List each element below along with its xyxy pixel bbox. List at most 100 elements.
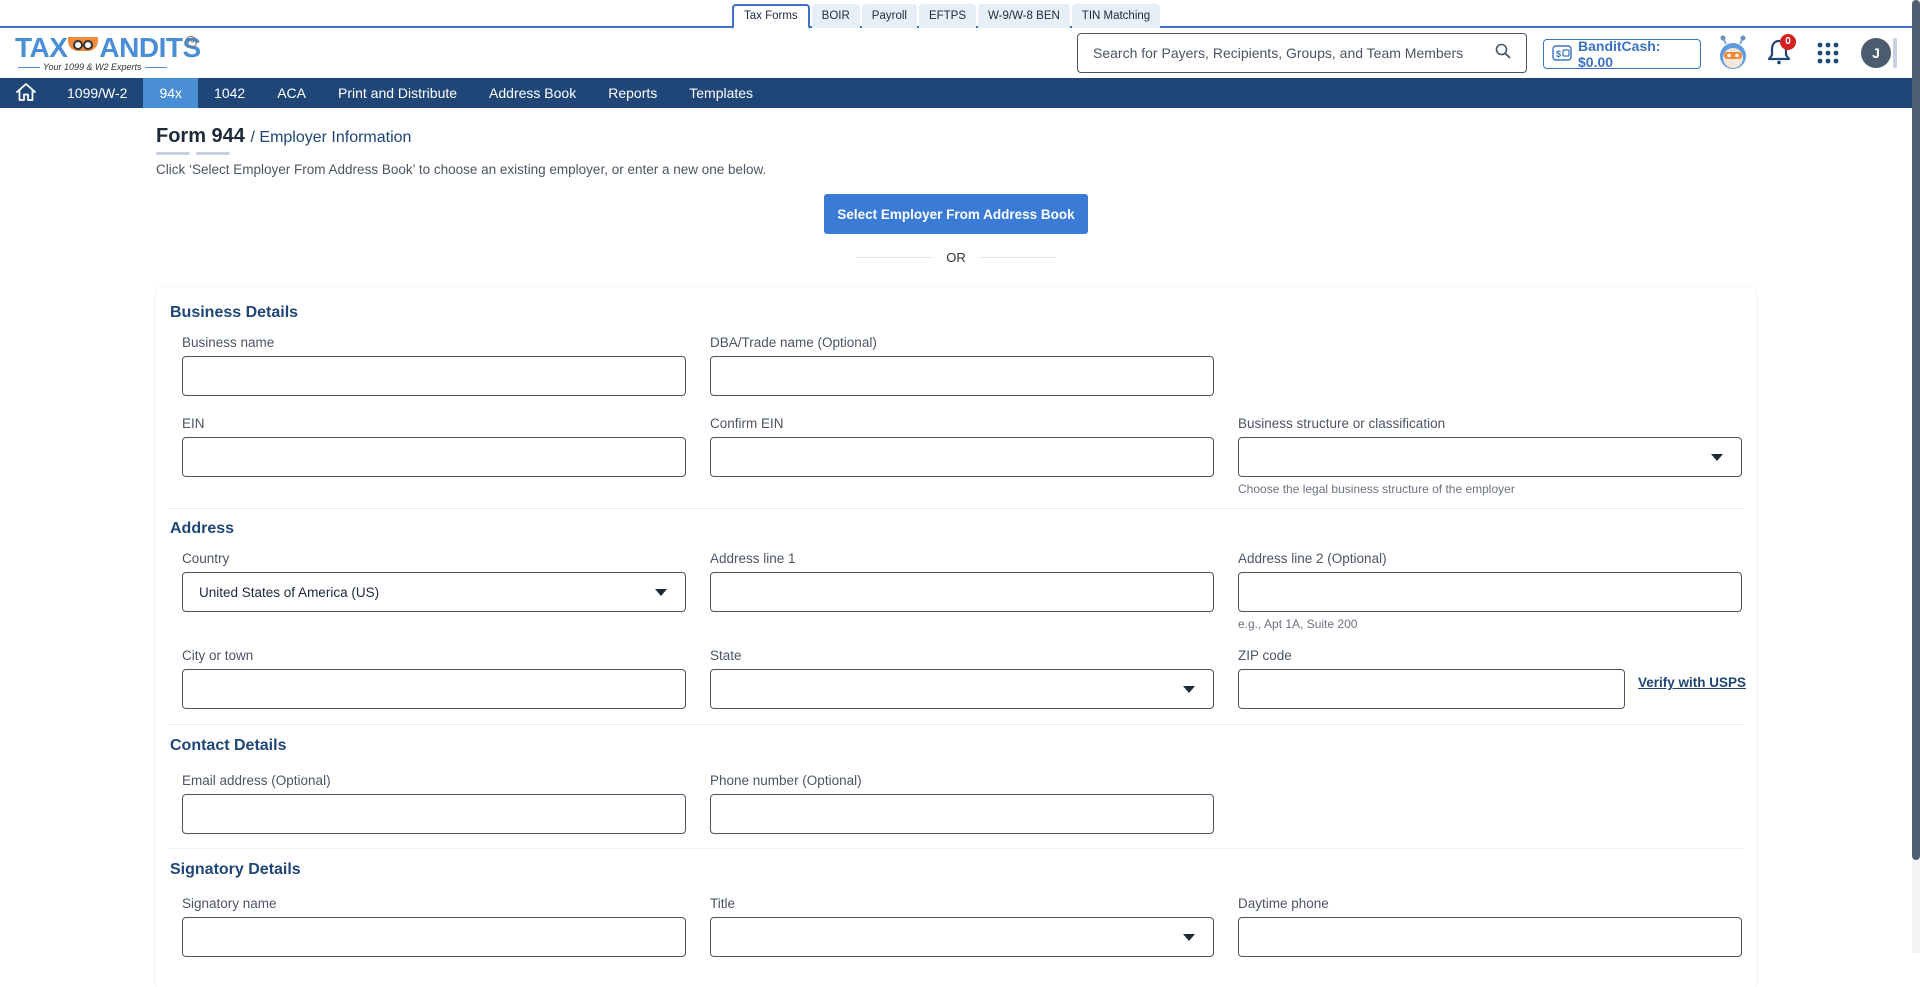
page-description: Click ‘Select Employer From Address Book… — [156, 162, 767, 177]
address-line1-label: Address line 1 — [710, 551, 796, 566]
product-tab-boir[interactable]: BOIR — [811, 4, 860, 28]
section-title-signatory-details: Signatory Details — [170, 861, 301, 878]
logo-tagline: Your 1099 & W2 Experts — [15, 62, 170, 72]
nav-home[interactable] — [0, 78, 51, 108]
state-field: State — [710, 648, 1214, 709]
taxbandits-logo[interactable]: TAX ANDITS TM Your 1099 & W2 Experts — [15, 32, 201, 74]
section-title-business-details: Business Details — [170, 304, 299, 321]
page-title: Form 944 / Employer Information — [156, 125, 411, 148]
address-line1-input[interactable] — [727, 584, 1197, 600]
dba-name-label: DBA/Trade name (Optional) — [710, 335, 877, 350]
ein-label: EIN — [182, 416, 205, 431]
product-switcher-bar: Tax Forms BOIR Payroll EFTPS W-9/W-8 BEN… — [0, 0, 1912, 29]
ein-input[interactable] — [199, 449, 669, 465]
signatory-title-label: Title — [710, 896, 736, 911]
country-label: Country — [182, 551, 230, 566]
global-search — [1077, 33, 1527, 73]
product-tabs: Tax Forms BOIR Payroll EFTPS W-9/W-8 BEN… — [732, 4, 1161, 29]
select-employer-from-address-book-button[interactable]: Select Employer From Address Book — [824, 194, 1088, 234]
daytime-phone-input[interactable] — [1255, 929, 1725, 945]
trademark-icon: TM — [185, 36, 197, 48]
form-name: Form 944 — [156, 125, 245, 147]
search-icon[interactable] — [1495, 43, 1511, 64]
title-underline — [156, 152, 230, 155]
daytime-phone-label: Daytime phone — [1238, 896, 1329, 911]
nav-1042[interactable]: 1042 — [198, 78, 261, 108]
confirm-ein-input[interactable] — [727, 449, 1197, 465]
nav-reports[interactable]: Reports — [592, 78, 673, 108]
bandit-cash-label: BanditCash: $0.00 — [1578, 38, 1661, 70]
or-label: OR — [946, 250, 966, 265]
zip-code-input[interactable] — [1255, 681, 1608, 697]
business-structure-helper: Choose the legal business structure of t… — [1238, 482, 1515, 496]
global-search-input[interactable] — [1093, 45, 1495, 61]
product-tab-tin-matching[interactable]: TIN Matching — [1071, 4, 1161, 28]
nav-address-book[interactable]: Address Book — [473, 78, 592, 108]
dba-name-input[interactable] — [727, 368, 1197, 384]
svg-text:$: $ — [1556, 49, 1561, 59]
daytime-phone-field: Daytime phone — [1238, 896, 1742, 957]
country-select[interactable]: United States of America (US) — [182, 572, 686, 612]
user-avatar[interactable]: J — [1861, 38, 1891, 68]
address-line1-field: Address line 1 — [710, 551, 1214, 612]
main-nav: 1099/W-2 94x 1042 ACA Print and Distribu… — [0, 78, 1912, 108]
app-header: TAX ANDITS TM Your 1099 & W2 Experts $ Ba… — [0, 28, 1912, 78]
phone-input[interactable] — [727, 806, 1197, 822]
business-name-input[interactable] — [199, 368, 669, 384]
product-tab-eftps[interactable]: EFTPS — [918, 4, 977, 28]
dba-name-field: DBA/Trade name (Optional) — [710, 335, 1214, 396]
or-separator: OR — [856, 250, 1056, 265]
logo-wordmark: TAX ANDITS — [15, 32, 201, 64]
notifications-button[interactable]: 0 — [1764, 34, 1796, 70]
address-line2-input[interactable] — [1255, 584, 1725, 600]
apps-grid-icon — [1817, 42, 1839, 69]
product-tab-payroll[interactable]: Payroll — [861, 4, 917, 28]
business-name-field: Business name — [182, 335, 686, 396]
section-divider — [168, 508, 1744, 509]
nav-94x[interactable]: 94x — [143, 78, 199, 108]
section-title-contact-details: Contact Details — [170, 737, 287, 754]
country-value: United States of America (US) — [199, 584, 380, 600]
phone-label: Phone number (Optional) — [710, 773, 862, 788]
signatory-title-select[interactable] — [710, 917, 1214, 957]
product-tab-w9-w8ben[interactable]: W-9/W-8 BEN — [978, 4, 1070, 28]
page-scrollbar[interactable] — [1912, 0, 1920, 953]
section-divider — [168, 848, 1744, 849]
verify-with-usps-link[interactable]: Verify with USPS — [1638, 675, 1746, 690]
business-name-label: Business name — [182, 335, 275, 350]
ein-field: EIN — [182, 416, 686, 477]
divider — [856, 257, 935, 258]
nav-1099-w2[interactable]: 1099/W-2 — [51, 78, 143, 108]
email-field: Email address (Optional) — [182, 773, 686, 834]
email-input[interactable] — [199, 806, 669, 822]
logo-text-right: ANDITS — [99, 32, 201, 63]
address-line2-field: Address line 2 (Optional) e.g., Apt 1A, … — [1238, 551, 1742, 631]
bandit-mascot-icon[interactable] — [1716, 35, 1750, 73]
state-label: State — [710, 648, 742, 663]
section-divider — [168, 724, 1744, 725]
signatory-name-field: Signatory name — [182, 896, 686, 957]
nav-print-and-distribute[interactable]: Print and Distribute — [322, 78, 473, 108]
notification-count-badge: 0 — [1780, 34, 1796, 50]
bandit-cash-button[interactable]: $ BanditCash: $0.00 — [1543, 38, 1701, 70]
scrollbar-thumb[interactable] — [1912, 0, 1920, 860]
logo-text-left: TAX — [15, 32, 68, 63]
confirm-ein-field: Confirm EIN — [710, 416, 1214, 477]
signatory-name-input[interactable] — [199, 929, 669, 945]
business-structure-field: Business structure or classification Cho… — [1238, 416, 1742, 496]
city-input[interactable] — [199, 681, 669, 697]
address-line2-label: Address line 2 (Optional) — [1238, 551, 1387, 566]
signatory-name-label: Signatory name — [182, 896, 277, 911]
email-label: Email address (Optional) — [182, 773, 331, 788]
home-icon — [15, 82, 37, 105]
nav-aca[interactable]: ACA — [261, 78, 322, 108]
apps-grid-button[interactable] — [1814, 41, 1842, 69]
business-structure-select[interactable] — [1238, 437, 1742, 477]
caret-down-icon — [1183, 934, 1195, 941]
employer-form-card: Business Details Business name DBA/Trade… — [156, 287, 1756, 987]
city-label: City or town — [182, 648, 254, 663]
cash-wallet-icon: $ — [1552, 44, 1572, 64]
nav-templates[interactable]: Templates — [673, 78, 769, 108]
product-tab-tax-forms[interactable]: Tax Forms — [732, 4, 810, 29]
state-select[interactable] — [710, 669, 1214, 709]
